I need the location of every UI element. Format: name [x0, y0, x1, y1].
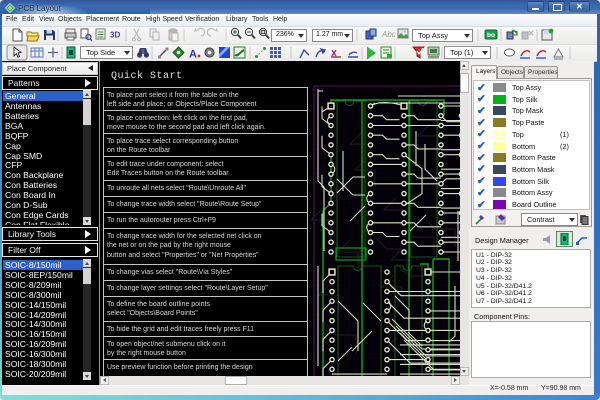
svg-text:Abc: Abc [381, 30, 396, 39]
svg-text:bo: bo [487, 32, 495, 39]
svg-text:A: A [189, 49, 197, 61]
